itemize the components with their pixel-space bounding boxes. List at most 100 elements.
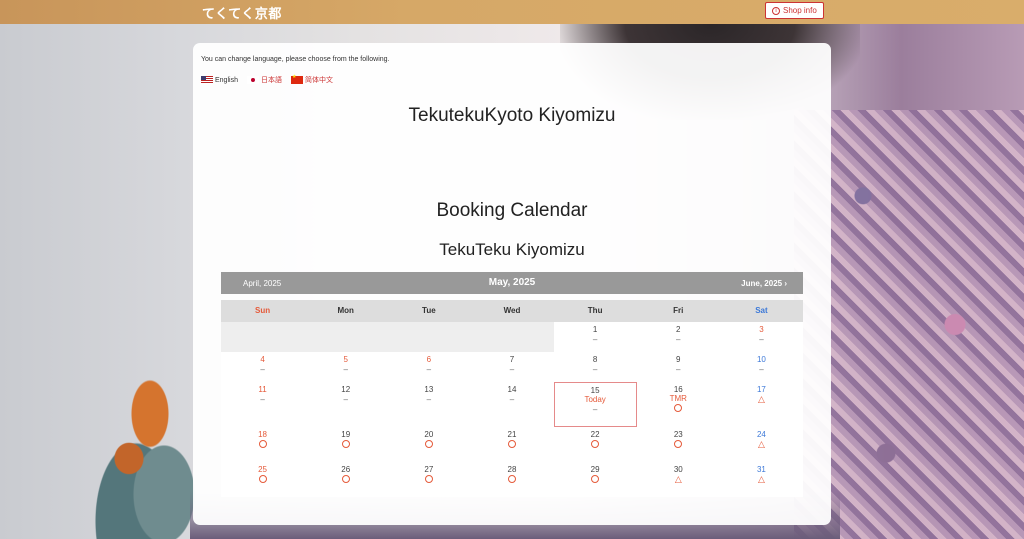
calendar-day[interactable]: 31 △ — [719, 462, 803, 497]
day-number: 28 — [507, 465, 517, 474]
current-month-label: May, 2025 — [488, 277, 536, 288]
calendar-day[interactable]: 25 — [221, 462, 305, 497]
unavailable-dash-icon: – — [426, 395, 432, 404]
calendar-day[interactable]: 21 — [470, 427, 554, 462]
calendar-day[interactable]: 28 — [470, 462, 554, 497]
calendar-grid: Sun Mon Tue Wed Thu Fri Sat 1–2–3–4–5–6–… — [221, 300, 803, 497]
day-number: 11 — [258, 385, 267, 394]
calendar-day[interactable]: 18 — [221, 427, 305, 462]
calendar-week: 1–2– 3 – — [221, 322, 803, 352]
language-note: You can change language, please choose f… — [201, 56, 390, 63]
available-circle-icon — [637, 404, 720, 414]
calendar-day: 6– — [387, 352, 471, 382]
weekday-thu: Thu — [587, 306, 603, 315]
calendar-day — [221, 322, 305, 352]
top-header: てくてく京都 i Shop info — [0, 0, 1024, 24]
calendar-weeks: 1–2–3–4–5–6–7–8–9–10–11–12–13–14–15 Today… — [221, 322, 803, 497]
calendar-day[interactable]: 20 — [387, 427, 471, 462]
language-english[interactable]: English — [201, 76, 238, 84]
available-circle-icon — [470, 475, 553, 485]
calendar-day[interactable]: 23 — [636, 427, 720, 462]
unavailable-dash-icon: – — [343, 395, 348, 404]
calendar-day: 1– — [553, 322, 637, 352]
day-number: 21 — [507, 430, 517, 439]
day-number: 6 — [426, 355, 432, 364]
next-month-label: June, 2025 — [741, 279, 783, 288]
calendar-day[interactable]: 27 — [387, 462, 471, 497]
day-number: 8 — [592, 355, 598, 364]
calendar-day[interactable]: 26 — [304, 462, 388, 497]
day-number: 22 — [590, 430, 600, 439]
calendar-day[interactable]: 19 — [304, 427, 388, 462]
unavailable-dash-icon: – — [509, 365, 515, 374]
calendar-day[interactable]: 17 △ — [719, 382, 803, 427]
china-flag-icon — [290, 74, 303, 84]
available-circle-icon — [387, 475, 470, 485]
calendar-day: 13– — [387, 382, 471, 427]
day-number: 18 — [258, 430, 268, 439]
weekday-sat: Sat — [755, 306, 768, 315]
few-left-triangle-icon: △ — [757, 474, 765, 484]
weekday-sun: Sun — [255, 306, 271, 315]
calendar-day[interactable]: 22 — [553, 427, 637, 462]
calendar-day[interactable]: 16 TMR — [636, 382, 720, 427]
month-navigation: April, 2025 May, 2025 June, 2025 › — [221, 272, 803, 294]
unavailable-dash-icon: – — [260, 365, 265, 374]
calendar-day[interactable]: 24 △ — [719, 427, 803, 462]
shop-info-button[interactable]: i Shop info — [765, 2, 824, 19]
language-japanese[interactable]: 日本語 — [246, 75, 282, 85]
few-left-triangle-icon: △ — [757, 394, 765, 404]
calendar-week: 11–12–13–14–15 Today –16 TMR 17 △ — [221, 382, 803, 427]
language-chinese[interactable]: 简体中文 — [290, 74, 333, 85]
day-number: 25 — [258, 465, 268, 474]
day-number: 9 — [676, 355, 681, 364]
available-circle-icon — [637, 440, 720, 450]
day-number: 24 — [756, 430, 766, 439]
day-number: 20 — [424, 430, 434, 439]
unavailable-dash-icon: – — [426, 365, 432, 374]
unavailable-dash-icon: – — [343, 365, 348, 374]
available-circle-icon — [221, 440, 304, 450]
booking-panel: You can change language, please choose f… — [193, 43, 831, 525]
day-number: 3 — [759, 325, 764, 334]
next-month-link[interactable]: June, 2025 › — [741, 279, 787, 288]
calendar-day: 8– — [553, 352, 637, 382]
unavailable-dash-icon: – — [676, 335, 681, 344]
language-english-label: English — [215, 76, 238, 84]
calendar-week: 18 19 20 21 22 23 24 △ — [221, 427, 803, 462]
unavailable-dash-icon: – — [592, 335, 598, 344]
unavailable-dash-icon: – — [260, 395, 265, 404]
day-number: 26 — [341, 465, 351, 474]
weekday-mon: Mon — [337, 306, 354, 315]
day-number: 4 — [260, 355, 265, 364]
language-japanese-label: 日本語 — [260, 77, 282, 84]
calendar-week: 4–5–6–7–8–9–10– — [221, 352, 803, 382]
unavailable-dash-icon: – — [759, 365, 764, 374]
calendar-day: 9– — [636, 352, 720, 382]
language-selector: English 日本語 简体中文 — [201, 74, 333, 85]
day-number: 16 — [673, 385, 683, 394]
chevron-right-icon: › — [784, 279, 787, 288]
calendar-day: 15 Today – — [553, 382, 637, 427]
available-circle-icon — [554, 440, 637, 450]
day-number: 23 — [673, 430, 683, 439]
language-chinese-label: 简体中文 — [304, 77, 333, 84]
day-number: 27 — [424, 465, 434, 474]
calendar-day: 10– — [719, 352, 803, 382]
branch-name-title: TekuTeku Kiyomizu — [439, 240, 585, 259]
day-number: 10 — [756, 355, 766, 364]
calendar-day[interactable]: 29 — [553, 462, 637, 497]
unavailable-dash-icon: – — [592, 365, 598, 374]
few-left-triangle-icon: △ — [674, 474, 682, 484]
calendar-day: 2– — [636, 322, 720, 352]
japan-flag-icon — [246, 76, 259, 84]
calendar-day: 4– — [221, 352, 305, 382]
day-number: 12 — [341, 385, 351, 394]
available-circle-icon — [304, 475, 387, 485]
calendar-title: Booking Calendar — [436, 200, 588, 221]
available-circle-icon — [387, 440, 470, 450]
day-number: 7 — [509, 355, 515, 364]
day-number: 14 — [507, 385, 517, 394]
calendar-day[interactable]: 30 △ — [636, 462, 720, 497]
brand-logo[interactable]: てくてく京都 — [202, 3, 282, 22]
